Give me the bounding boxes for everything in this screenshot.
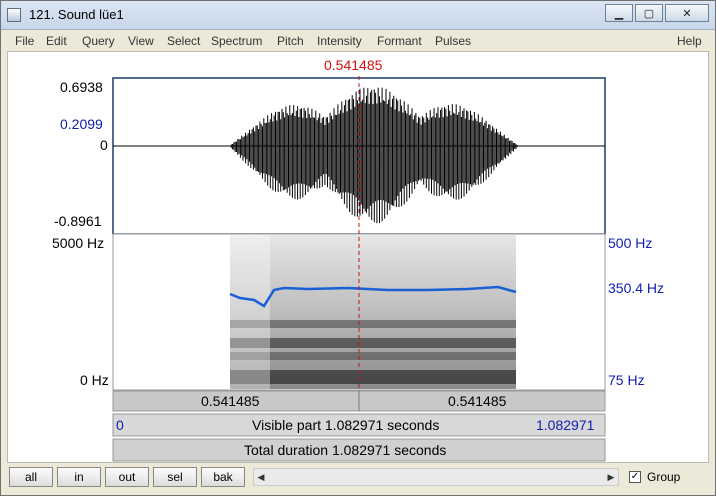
checkmark-icon: ✓: [630, 471, 640, 482]
pitch-top-label: 500 Hz: [608, 235, 653, 251]
maximize-button[interactable]: ▢: [635, 4, 663, 22]
visible-part-label: Visible part 1.082971 seconds: [252, 417, 440, 433]
editor-area[interactable]: 0.541485 0.6938 0.2099 0 -0.8961 5000 Hz…: [7, 51, 709, 463]
cursor-time-label: 0.541485: [324, 57, 383, 73]
all-button[interactable]: all: [9, 467, 53, 487]
visible-end-label: 1.082971: [536, 417, 595, 433]
spectrogram-bottom-freq: 0 Hz: [80, 372, 109, 388]
pitch-bottom-label: 75 Hz: [608, 372, 645, 388]
formant-band: [230, 320, 516, 328]
group-checkbox[interactable]: ✓: [629, 471, 641, 483]
formant-band: [230, 370, 516, 384]
bottom-toolbar: all in out sel bak ◀ ▶ ✓ Group: [7, 465, 709, 489]
menu-help[interactable]: Help: [677, 34, 702, 48]
menu-query[interactable]: Query: [82, 34, 115, 48]
waveform-max-label: 0.6938: [60, 79, 103, 95]
visible-start-label: 0: [116, 417, 124, 433]
app-icon: [7, 8, 21, 22]
group-label: Group: [647, 470, 681, 484]
close-button[interactable]: ✕: [665, 4, 709, 22]
onset-region: [230, 235, 270, 389]
formant-band: [230, 338, 516, 348]
minimize-button[interactable]: ▁: [605, 4, 633, 22]
menu-pitch[interactable]: Pitch: [277, 34, 304, 48]
zoom-in-button[interactable]: in: [57, 467, 101, 487]
menu-spectrum[interactable]: Spectrum: [211, 34, 262, 48]
zoom-out-button[interactable]: out: [105, 467, 149, 487]
waveform-min-label: -0.8961: [54, 213, 102, 229]
minimize-icon: ▁: [614, 7, 624, 20]
sound-editor-window: 121. Sound lüe1 ▁ ▢ ✕ File Edit Query Vi…: [0, 0, 716, 496]
scroll-right-icon[interactable]: ▶: [604, 469, 618, 485]
scroll-left-icon[interactable]: ◀: [254, 469, 268, 485]
zoom-selection-button[interactable]: sel: [153, 467, 197, 487]
title-bar[interactable]: 121. Sound lüe1 ▁ ▢ ✕: [1, 1, 715, 30]
menu-intensity[interactable]: Intensity: [317, 34, 362, 48]
menu-pulses[interactable]: Pulses: [435, 34, 471, 48]
time-scrollbar[interactable]: ◀ ▶: [253, 468, 619, 486]
menu-bar: File Edit Query View Select Spectrum Pit…: [2, 31, 714, 51]
menu-formant[interactable]: Formant: [377, 34, 422, 48]
menu-view[interactable]: View: [128, 34, 154, 48]
waveform-zero-label: 0: [100, 137, 108, 153]
spectrogram: [230, 235, 516, 389]
menu-file[interactable]: File: [15, 34, 34, 48]
spectrogram-top-freq: 5000 Hz: [52, 235, 105, 251]
formant-band: [230, 352, 516, 360]
total-duration-label: Total duration 1.082971 seconds: [244, 442, 447, 458]
menu-edit[interactable]: Edit: [46, 34, 67, 48]
window-controls: ▁ ▢ ✕: [603, 4, 709, 24]
segment-right-label: 0.541485: [448, 393, 507, 409]
pitch-current-label: 350.4 Hz: [608, 280, 665, 296]
waveform-cursor-value: 0.2099: [60, 116, 103, 132]
segment-left-label: 0.541485: [201, 393, 260, 409]
window-title: 121. Sound lüe1: [29, 7, 124, 22]
menu-select[interactable]: Select: [167, 34, 200, 48]
sound-view[interactable]: [8, 52, 708, 462]
close-icon: ✕: [682, 7, 692, 20]
maximize-icon: ▢: [643, 7, 655, 20]
zoom-back-button[interactable]: bak: [201, 467, 245, 487]
